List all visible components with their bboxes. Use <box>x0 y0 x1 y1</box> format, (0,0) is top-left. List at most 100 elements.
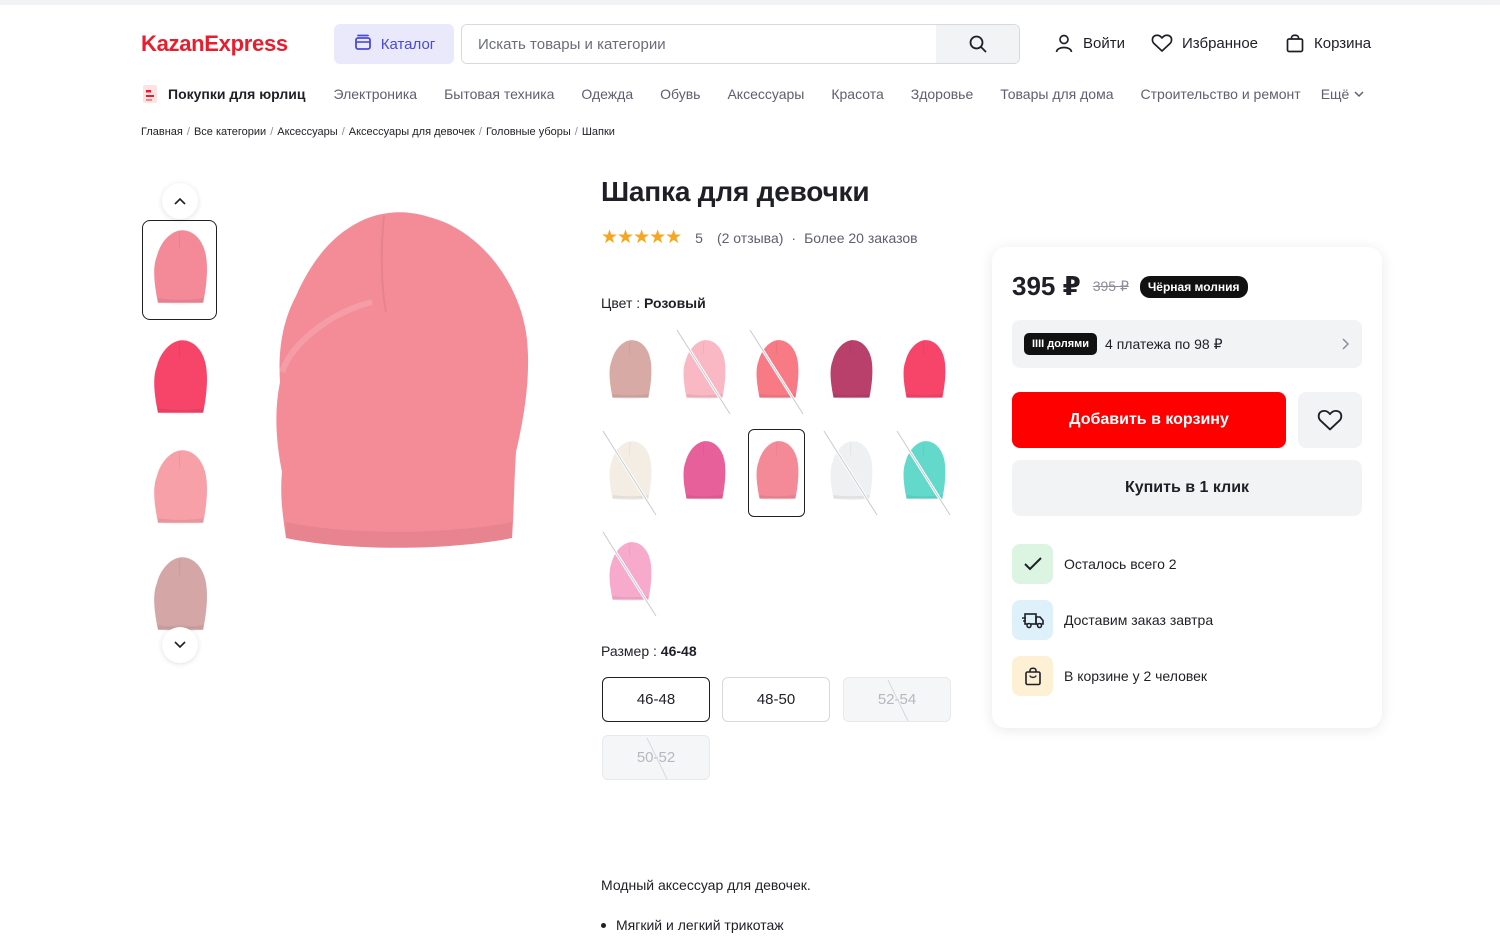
color-swatch[interactable] <box>822 328 879 416</box>
nav-item-clothes[interactable]: Одежда <box>581 86 633 102</box>
rating-value: 5 <box>695 229 703 246</box>
color-swatch[interactable] <box>822 429 879 517</box>
size-option[interactable]: 50-52 <box>602 735 710 780</box>
bullet-dot <box>601 922 606 928</box>
hat-image <box>901 438 947 509</box>
nav-more-label: Ещё <box>1320 86 1350 102</box>
breadcrumb-item[interactable]: Главная <box>141 126 183 138</box>
category-nav: Покупки для юрлиц Электроника Бытовая те… <box>141 84 1364 104</box>
orders-count: Более 20 заказов <box>804 229 918 246</box>
search-bar <box>461 24 1020 64</box>
login-link[interactable]: Войти <box>1054 33 1125 53</box>
thumbnail-3[interactable] <box>142 440 217 540</box>
favorites-link[interactable]: Избранное <box>1151 33 1258 53</box>
nav-item-home[interactable]: Товары для дома <box>1000 86 1113 102</box>
feature-text: Осталось всего 2 <box>1064 556 1177 572</box>
bag-icon <box>1012 656 1053 696</box>
thumbs-up-button[interactable] <box>162 183 198 219</box>
reviews-link[interactable]: (2 отзыва) <box>717 230 783 246</box>
size-option[interactable]: 48-50 <box>722 677 830 722</box>
cart-label: Корзина <box>1314 34 1372 52</box>
product-description: Модный аксессуар для девочек. <box>601 877 811 893</box>
search-button[interactable] <box>936 25 1019 63</box>
feature-text: Доставим заказ завтра <box>1064 612 1214 628</box>
buy-one-click-button[interactable]: Купить в 1 клик <box>1012 460 1362 516</box>
thumbs-down-button[interactable] <box>162 627 198 663</box>
document-icon <box>143 85 157 103</box>
breadcrumb-item[interactable]: Все категории <box>194 126 266 138</box>
truck-icon <box>1012 600 1053 640</box>
catalog-button[interactable]: Каталог <box>334 24 454 64</box>
hat-image <box>681 438 727 509</box>
catalog-icon <box>353 32 373 56</box>
installment-row[interactable]: IIII долями 4 платежа по 98 ₽ <box>1012 320 1362 368</box>
add-to-favorites-button[interactable] <box>1298 392 1362 448</box>
hat-image <box>681 337 727 408</box>
feature-in-carts: В корзине у 2 человек <box>1012 656 1207 696</box>
size-option[interactable]: 52-54 <box>843 677 951 722</box>
nav-item-appliances[interactable]: Бытовая техника <box>444 86 554 102</box>
color-swatch[interactable] <box>748 429 805 517</box>
cart-link[interactable]: Корзина <box>1285 33 1371 53</box>
user-icon <box>1055 34 1073 53</box>
heart-icon <box>1317 409 1343 431</box>
hat-image <box>607 438 653 509</box>
color-swatch[interactable] <box>895 429 952 517</box>
add-to-cart-button[interactable]: Добавить в корзину <box>1012 392 1286 448</box>
nav-item-shoes[interactable]: Обувь <box>660 86 700 102</box>
size-label: Размер : 46-48 <box>601 643 697 659</box>
main-product-image[interactable] <box>272 192 534 574</box>
breadcrumb-item[interactable]: Аксессуары для девочек <box>349 126 475 138</box>
logo[interactable]: KazanExpress <box>141 31 288 57</box>
nav-item-beauty[interactable]: Красота <box>831 86 883 102</box>
price: 395 ₽ <box>1012 271 1081 301</box>
dot-separator: · <box>791 229 797 246</box>
nav-legal-label: Покупки для юрлиц <box>168 86 306 102</box>
chevron-down-icon <box>174 641 186 649</box>
page-title: Шапка для девочки <box>601 176 870 207</box>
breadcrumb-item[interactable]: Аксессуары <box>277 126 337 138</box>
search-icon <box>969 35 986 53</box>
favorites-label: Избранное <box>1182 34 1259 52</box>
hat-image <box>607 337 653 408</box>
installment-text: 4 платежа по 98 ₽ <box>1105 335 1223 352</box>
color-label: Цвет : Розовый <box>601 295 706 311</box>
cart-icon <box>1286 34 1304 53</box>
hat-image <box>151 337 209 424</box>
hat-image <box>151 227 209 314</box>
size-option-label: 46-48 <box>636 691 676 708</box>
nav-more[interactable]: Ещё <box>1321 86 1365 102</box>
hat-image <box>151 447 209 534</box>
size-option[interactable]: 46-48 <box>602 677 710 722</box>
size-option-label: 48-50 <box>756 691 796 708</box>
nav-item-health[interactable]: Здоровье <box>911 86 974 102</box>
buy-card: 395 ₽ 395 ₽ Чёрная молния IIII долями 4 … <box>992 247 1382 728</box>
color-swatch[interactable] <box>601 429 658 517</box>
size-option-label: 52-54 <box>877 691 917 708</box>
breadcrumb: Главная / Все категории / Аксессуары / Аксе… <box>141 126 615 138</box>
color-swatch[interactable] <box>748 328 805 416</box>
installment-badge: IIII долями <box>1024 333 1098 355</box>
hat-image <box>901 337 947 408</box>
breadcrumb-item[interactable]: Головные уборы <box>486 126 571 138</box>
chevron-up-icon <box>174 197 186 205</box>
color-swatch[interactable] <box>675 328 732 416</box>
nav-item-construction[interactable]: Строительство и ремонт <box>1141 86 1301 102</box>
nav-item-accessories[interactable]: Аксессуары <box>727 86 804 102</box>
thumbnail-1[interactable] <box>142 220 217 320</box>
color-value: Розовый <box>644 295 706 311</box>
thumbnail-2[interactable] <box>142 330 217 430</box>
breadcrumb-item[interactable]: Шапки <box>582 126 615 138</box>
rating-row: ★★★★★ 5 (2 отзыва) · Более 20 заказов <box>601 226 918 249</box>
chevron-right-icon <box>1342 338 1350 350</box>
nav-item-electronics[interactable]: Электроника <box>333 86 417 102</box>
color-swatch[interactable] <box>601 530 658 618</box>
bullet-text: Мягкий и легкий трикотаж <box>616 917 784 933</box>
color-swatch[interactable] <box>675 429 732 517</box>
color-swatch[interactable] <box>895 328 952 416</box>
search-input[interactable] <box>462 25 936 63</box>
size-option-label: 50-52 <box>636 749 676 766</box>
nav-item-legal[interactable]: Покупки для юрлиц <box>141 84 305 104</box>
color-swatch[interactable] <box>601 328 658 416</box>
hat-image <box>828 438 874 509</box>
